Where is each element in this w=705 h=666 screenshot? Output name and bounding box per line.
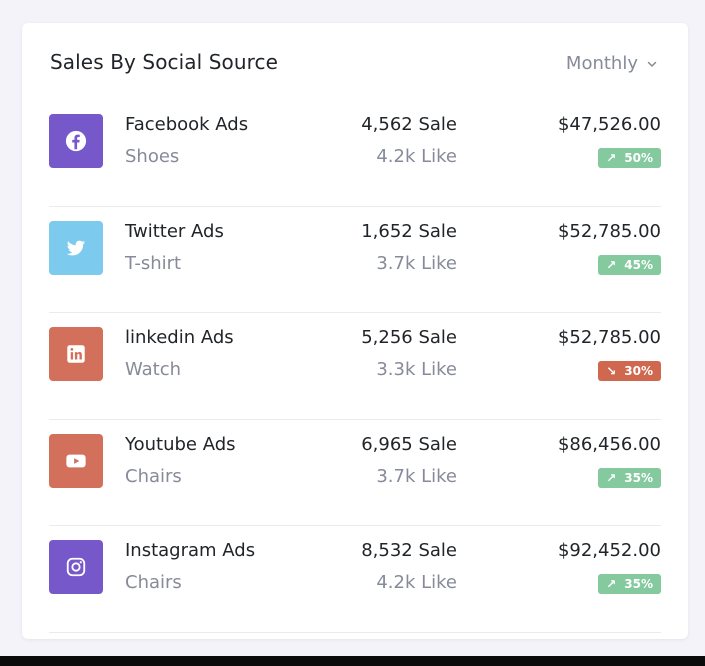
chevron-down-icon	[647, 61, 657, 67]
arrow-down-right-icon: ↘	[606, 364, 617, 378]
source-name: Twitter Ads	[125, 220, 224, 242]
product-category: T-shirt	[125, 252, 182, 274]
arrow-up-right-icon: ↗	[606, 257, 617, 272]
amount: $52,785.00	[557, 327, 661, 348]
amount: $52,785.00	[557, 220, 661, 242]
list-item: Youtube Ads Chairs 6,965 Sale 3.7k Like …	[49, 420, 661, 526]
product-category: Shoes	[125, 146, 180, 167]
list-item: Instagram Ads Chairs 8,532 Sale 4.2k Lik…	[49, 526, 661, 633]
like-count: 3.7k Like	[376, 252, 457, 274]
list-item: linkedin Ads Watch 5,256 Sale 3.3k Like …	[49, 313, 661, 420]
product-category: Chairs	[125, 572, 182, 593]
card-title: Sales By Social Source	[50, 50, 279, 74]
source-name: Youtube Ads	[125, 433, 236, 455]
sale-count: 5,256 Sale	[361, 327, 457, 348]
arrow-up-right-icon: ↗	[606, 151, 617, 165]
trend-percent: 50%	[624, 151, 653, 165]
product-category: Chairs	[125, 465, 182, 487]
list-item: Facebook Ads Shoes 4,562 Sale 4.2k Like …	[49, 100, 661, 207]
trend-badge: ↗ 35%	[598, 467, 661, 488]
icon-box	[49, 220, 103, 275]
product-category: Watch	[125, 359, 182, 380]
like-count: 3.7k Like	[376, 465, 457, 487]
trend-percent: 45%	[624, 257, 653, 272]
list-item: Twitter Ads T-shirt 1,652 Sale 3.7k Like…	[49, 207, 661, 313]
trend-badge: ↗ 45%	[598, 254, 661, 275]
icon-box	[49, 540, 103, 594]
amount: $86,456.00	[557, 433, 661, 455]
sales-by-social-source-card: Sales By Social Source Monthly Facebook …	[22, 23, 688, 639]
trend-percent: 35%	[624, 470, 653, 485]
sale-count: 8,532 Sale	[361, 540, 457, 561]
source-name: linkedin Ads	[125, 327, 234, 348]
icon-box	[49, 433, 103, 488]
arrow-up-right-icon: ↗	[606, 577, 617, 591]
youtube-icon	[66, 454, 86, 467]
amount: $47,526.00	[557, 114, 661, 135]
trend-percent: 30%	[624, 364, 653, 378]
trend-badge: ↗ 35%	[598, 574, 661, 594]
trend-badge: ↘ 30%	[598, 361, 661, 381]
icon-box	[49, 114, 103, 168]
period-dropdown-label: Monthly	[565, 53, 638, 74]
period-dropdown[interactable]: Monthly	[566, 53, 658, 74]
arrow-up-right-icon: ↗	[606, 470, 617, 485]
sale-count: 6,965 Sale	[361, 433, 457, 455]
bottom-edge-bar	[0, 656, 705, 666]
social-source-list: Facebook Ads Shoes 4,562 Sale 4.2k Like …	[49, 100, 661, 633]
trend-badge: ↗ 50%	[598, 148, 661, 168]
like-count: 3.3k Like	[376, 359, 457, 380]
like-count: 4.2k Like	[376, 146, 457, 167]
instagram-icon	[66, 557, 86, 577]
linkedin-icon	[67, 345, 85, 363]
source-name: Instagram Ads	[125, 540, 256, 561]
sale-count: 4,562 Sale	[361, 114, 457, 135]
twitter-icon	[66, 240, 86, 255]
source-name: Facebook Ads	[125, 114, 249, 135]
facebook-icon	[65, 130, 87, 152]
amount: $92,452.00	[557, 540, 661, 561]
sale-count: 1,652 Sale	[361, 220, 457, 242]
trend-percent: 35%	[624, 577, 653, 591]
card-header: Sales By Social Source Monthly	[22, 23, 688, 105]
icon-box	[49, 327, 103, 381]
like-count: 4.2k Like	[376, 572, 457, 593]
